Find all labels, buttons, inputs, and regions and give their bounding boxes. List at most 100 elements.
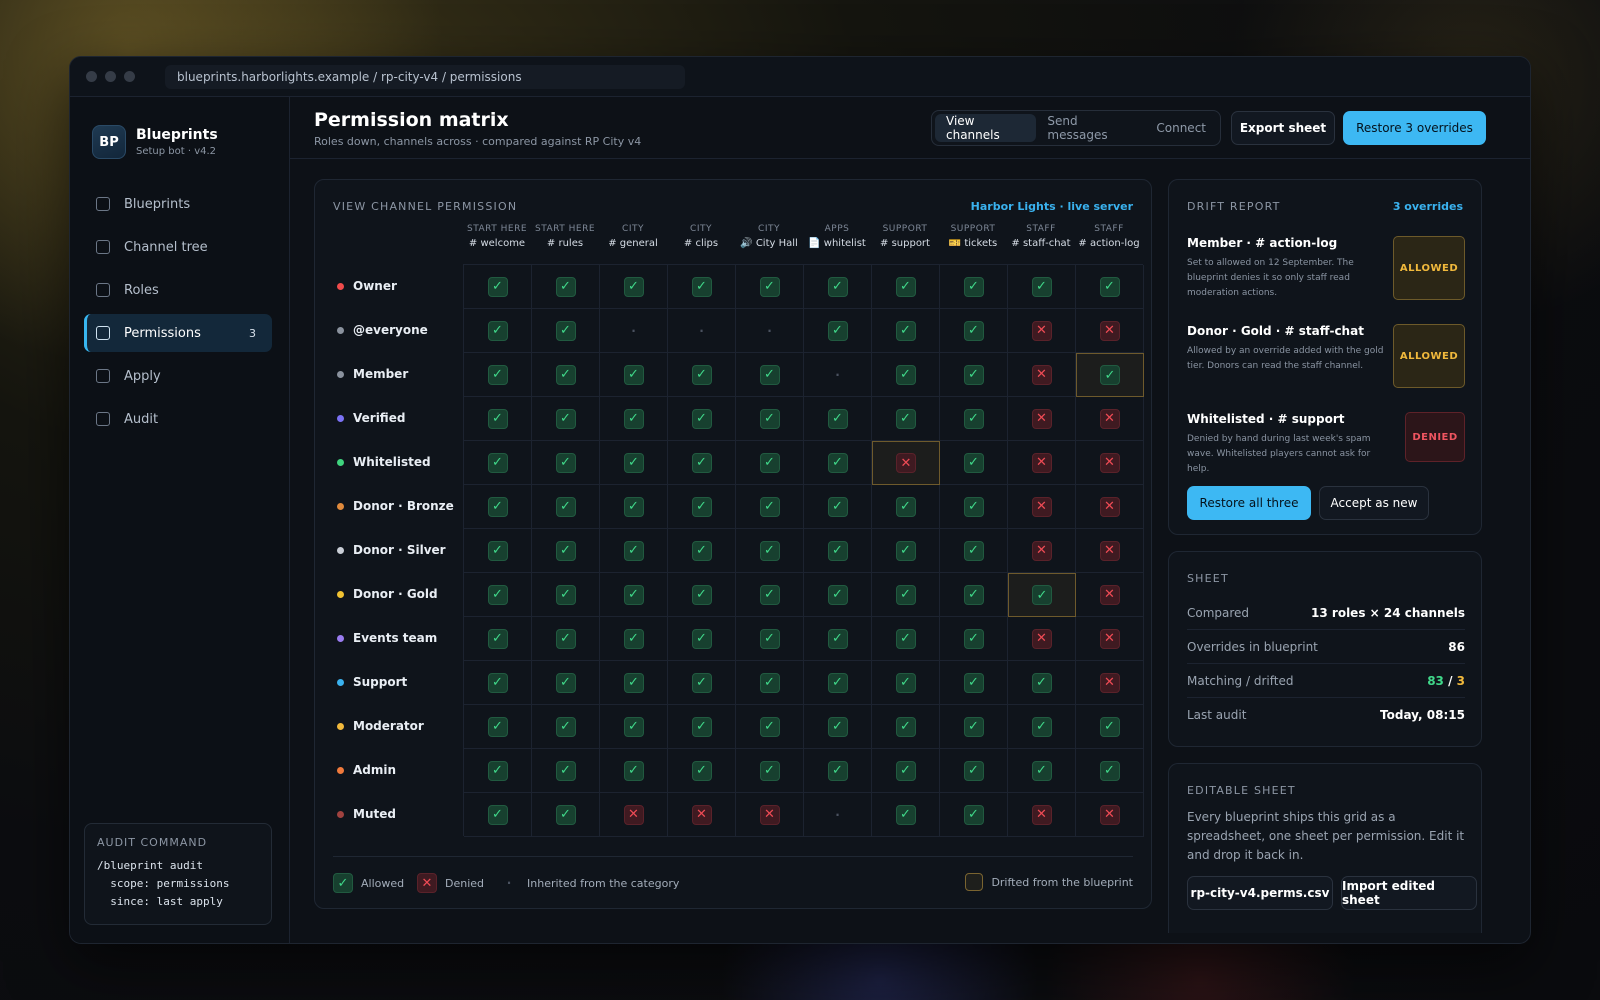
window-minimize-dot[interactable] [105, 71, 116, 82]
permission-cell[interactable]: ✓ [464, 749, 532, 793]
permission-cell[interactable]: ✓ [736, 573, 804, 617]
permission-cell[interactable]: ✓ [940, 309, 1008, 353]
import-sheet-button[interactable]: Import edited sheet [1341, 876, 1477, 910]
permission-cell[interactable]: ✕ [1008, 485, 1076, 529]
permission-cell[interactable]: ✓ [464, 265, 532, 309]
window-close-dot[interactable] [86, 71, 97, 82]
permission-cell[interactable]: ✓ [1008, 265, 1076, 309]
permission-cell[interactable]: ✓ [804, 573, 872, 617]
permission-cell[interactable]: ✓ [600, 485, 668, 529]
permission-cell[interactable]: ✓ [872, 309, 940, 353]
permission-cell[interactable]: ✓ [872, 397, 940, 441]
permission-cell[interactable]: ✓ [804, 705, 872, 749]
permission-cell[interactable]: ✓ [532, 529, 600, 573]
permission-cell[interactable]: ✓ [1076, 705, 1144, 749]
role-label[interactable]: Whitelisted [337, 452, 431, 472]
sidebar-item-permissions[interactable]: Permissions 3 [84, 314, 272, 352]
permission-cell[interactable]: ✓ [872, 749, 940, 793]
permission-cell[interactable]: ✓ [804, 309, 872, 353]
permission-cell[interactable]: ✕ [1076, 529, 1144, 573]
permission-cell[interactable]: ✓ [532, 661, 600, 705]
permission-cell[interactable]: ✓ [872, 265, 940, 309]
permission-cell[interactable]: · [804, 353, 872, 397]
permission-cell[interactable]: ✓ [804, 617, 872, 661]
permission-cell[interactable]: ✓ [532, 309, 600, 353]
permission-cell[interactable]: ✓ [464, 573, 532, 617]
permission-cell[interactable]: ✓ [600, 573, 668, 617]
permission-cell[interactable]: ✓ [736, 749, 804, 793]
permission-cell[interactable]: ✓ [464, 793, 532, 837]
sidebar-item-blueprints[interactable]: Blueprints [84, 185, 272, 223]
permission-cell[interactable]: ✕ [1076, 397, 1144, 441]
role-label[interactable]: Events team [337, 628, 437, 648]
permission-cell[interactable]: ✕ [1076, 309, 1144, 353]
permission-cell[interactable]: ✕ [1008, 309, 1076, 353]
permission-cell[interactable]: ✓ [600, 749, 668, 793]
permission-cell[interactable]: ✓ [872, 705, 940, 749]
tab-connect[interactable]: Connect [1145, 114, 1217, 142]
permission-cell[interactable]: ✓ [668, 749, 736, 793]
permission-cell[interactable]: ✓ [600, 617, 668, 661]
server-link[interactable]: Harbor Lights · live server [971, 200, 1133, 213]
restore-all-button[interactable]: Restore all three [1187, 486, 1311, 520]
permission-cell[interactable]: ✕ [1076, 793, 1144, 837]
role-label[interactable]: Verified [337, 408, 405, 428]
permission-cell[interactable]: ✕ [1008, 353, 1076, 397]
permission-cell[interactable]: ✕ [668, 793, 736, 837]
sidebar-item-channel-tree[interactable]: Channel tree [84, 228, 272, 266]
permission-cell[interactable]: ✓ [668, 661, 736, 705]
role-label[interactable]: Owner [337, 276, 397, 296]
permission-cell[interactable]: ✓ [736, 617, 804, 661]
permission-cell[interactable]: ✓ [940, 353, 1008, 397]
sidebar-item-apply[interactable]: Apply [84, 357, 272, 395]
permission-cell[interactable]: · [736, 309, 804, 353]
permission-cell[interactable]: ✓ [1008, 661, 1076, 705]
drift-item[interactable]: Donor · Gold · # staff-chat Allowed by a… [1187, 324, 1465, 388]
permission-cell[interactable]: ✓ [668, 397, 736, 441]
permission-cell[interactable]: ✓ [736, 485, 804, 529]
role-label[interactable]: @everyone [337, 320, 428, 340]
role-label[interactable]: Muted [337, 804, 396, 824]
permission-cell[interactable]: ✓ [736, 265, 804, 309]
permission-cell[interactable]: ✓ [940, 573, 1008, 617]
export-sheet-button[interactable]: Export sheet [1231, 111, 1335, 145]
permission-cell[interactable]: ✓ [600, 265, 668, 309]
permission-cell[interactable]: ✓ [804, 529, 872, 573]
permission-cell[interactable]: ✕ [1076, 485, 1144, 529]
permission-cell[interactable]: ✓ [804, 265, 872, 309]
permission-cell[interactable]: ✕ [872, 441, 940, 485]
permission-cell[interactable]: ✓ [532, 441, 600, 485]
permission-cell[interactable]: ✓ [668, 617, 736, 661]
sidebar-item-roles[interactable]: Roles [84, 271, 272, 309]
permission-cell[interactable]: ✓ [532, 705, 600, 749]
permission-cell[interactable]: ✓ [940, 661, 1008, 705]
role-label[interactable]: Member [337, 364, 408, 384]
permission-cell[interactable]: ✓ [736, 529, 804, 573]
role-label[interactable]: Donor · Gold [337, 584, 438, 604]
role-label[interactable]: Moderator [337, 716, 424, 736]
permission-cell[interactable]: ✓ [600, 397, 668, 441]
permission-cell[interactable]: ✓ [532, 573, 600, 617]
permission-cell[interactable]: ✓ [1076, 749, 1144, 793]
permission-cell[interactable]: ✓ [668, 573, 736, 617]
permission-cell[interactable]: ✓ [940, 749, 1008, 793]
permission-cell[interactable]: ✓ [464, 485, 532, 529]
drift-item[interactable]: Whitelisted · # support Denied by hand d… [1187, 412, 1465, 477]
permission-cell[interactable]: ✓ [464, 441, 532, 485]
permission-cell[interactable]: ✓ [532, 397, 600, 441]
permission-cell[interactable]: ✕ [1008, 397, 1076, 441]
permission-cell[interactable]: ✓ [464, 661, 532, 705]
permission-cell[interactable]: ✓ [532, 353, 600, 397]
permission-cell[interactable]: ✓ [464, 309, 532, 353]
drift-item[interactable]: Member · # action-log Set to allowed on … [1187, 236, 1465, 301]
permission-cell[interactable]: ✓ [736, 661, 804, 705]
restore-overrides-button[interactable]: Restore 3 overrides [1343, 111, 1486, 145]
permission-cell[interactable]: ✓ [736, 705, 804, 749]
permission-cell[interactable]: ✕ [1008, 617, 1076, 661]
permission-cell[interactable]: ✓ [1008, 749, 1076, 793]
permission-cell[interactable]: ✓ [940, 793, 1008, 837]
permission-cell[interactable]: ✓ [940, 441, 1008, 485]
permission-cell[interactable]: ✓ [872, 353, 940, 397]
permission-cell[interactable]: ✓ [668, 265, 736, 309]
permission-cell[interactable]: ✓ [532, 793, 600, 837]
